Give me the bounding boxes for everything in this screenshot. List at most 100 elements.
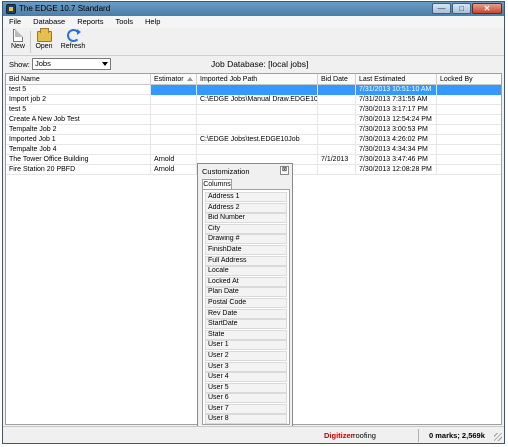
menu-file[interactable]: File — [9, 16, 21, 28]
cell-bid-date — [318, 85, 356, 95]
menu-database[interactable]: Database — [33, 16, 65, 28]
list-item[interactable]: FinishDate — [205, 244, 287, 255]
column-header-bid-name[interactable]: Bid Name — [6, 74, 151, 85]
menu-tools[interactable]: Tools — [115, 16, 133, 28]
list-item[interactable]: User 8 — [205, 414, 287, 425]
list-item[interactable]: Rev Date — [205, 308, 287, 319]
maximize-button[interactable]: □ — [452, 3, 471, 14]
cell-estimator: Arnold — [151, 155, 197, 165]
cell-job-path: C:\EDGE Jobs\test.EDGE10Job — [197, 135, 318, 145]
window-title: The EDGE 10.7 Standard — [19, 4, 111, 13]
sort-ascending-icon — [187, 77, 193, 81]
cell-bid-name: Create A New Job Test — [6, 115, 151, 125]
new-button[interactable]: New — [5, 29, 31, 55]
menu-help[interactable]: Help — [145, 16, 160, 28]
cell-bid-date — [318, 95, 356, 105]
cell-job-path — [197, 145, 318, 155]
cell-locked-by — [437, 165, 501, 175]
table-row[interactable]: test 5 7/30/2013 3:17:17 PM — [6, 105, 501, 115]
cell-locked-by — [437, 125, 501, 135]
profile-status: roofing — [353, 431, 376, 440]
title-bar[interactable]: The EDGE 10.7 Standard — □ ✕ — [3, 2, 504, 16]
column-header-bid-date[interactable]: Bid Date — [318, 74, 356, 85]
list-item[interactable]: User 5 — [205, 382, 287, 393]
minimize-button[interactable]: — — [432, 3, 451, 14]
list-item[interactable]: User 6 — [205, 393, 287, 404]
column-header-estimator[interactable]: Estimator — [151, 74, 197, 85]
table-row[interactable]: Tempalte Job 4 7/30/2013 4:34:34 PM — [6, 145, 501, 155]
table-row[interactable]: Tempalte Job 2 7/30/2013 3:00:53 PM — [6, 125, 501, 135]
cell-locked-by — [437, 85, 501, 95]
app-logo-icon — [6, 4, 16, 14]
list-item[interactable]: Postal Code — [205, 297, 287, 308]
show-label: Show: — [9, 60, 30, 69]
open-folder-icon — [36, 28, 52, 42]
table-row[interactable]: Imported Job 1 C:\EDGE Jobs\test.EDGE10J… — [6, 135, 501, 145]
cell-bid-name: Tempalte Job 2 — [6, 125, 151, 135]
close-icon[interactable]: ⊠ — [280, 166, 289, 175]
menu-reports[interactable]: Reports — [77, 16, 103, 28]
list-item[interactable]: User 4 — [205, 372, 287, 383]
marks-status: 0 marks; 2,569k — [429, 431, 485, 440]
cell-last-estimated: 7/30/2013 3:17:17 PM — [356, 105, 437, 115]
cell-bid-date: 7/1/2013 — [318, 155, 356, 165]
table-row[interactable]: Create A New Job Test 7/30/2013 12:54:24… — [6, 115, 501, 125]
customization-title: Customization — [202, 167, 250, 176]
column-header-imported-job-path[interactable]: Imported Job Path — [197, 74, 318, 85]
cell-job-path — [197, 115, 318, 125]
list-item[interactable]: State — [205, 329, 287, 340]
list-item[interactable]: Plan Date — [205, 287, 287, 298]
list-item[interactable]: User 1 — [205, 340, 287, 351]
cell-job-path — [197, 105, 318, 115]
cell-locked-by — [437, 105, 501, 115]
open-button[interactable]: Open — [31, 28, 57, 55]
cell-bid-name: Fire Station 20 PBFD — [6, 165, 151, 175]
resize-grip-icon[interactable] — [494, 433, 502, 441]
cell-bid-date — [318, 105, 356, 115]
cell-last-estimated: 7/30/2013 12:08:28 PM — [356, 165, 437, 175]
cell-estimator — [151, 105, 197, 115]
column-chooser-list: Address 1 Address 2 Bid Number City Draw… — [202, 189, 290, 425]
list-item[interactable]: User 3 — [205, 361, 287, 372]
column-header-locked-by[interactable]: Locked By — [437, 74, 501, 85]
cell-locked-by — [437, 135, 501, 145]
cell-estimator — [151, 115, 197, 125]
column-header-last-estimated[interactable]: Last Estimated — [356, 74, 437, 85]
cell-last-estimated: 7/30/2013 3:00:53 PM — [356, 125, 437, 135]
cell-job-path — [197, 85, 318, 95]
open-label: Open — [35, 43, 53, 50]
list-item[interactable]: Full Address — [205, 255, 287, 266]
filter-bar: Show: Jobs Job Database: [local jobs] — [3, 56, 504, 72]
cell-bid-date — [318, 125, 356, 135]
cell-estimator — [151, 145, 197, 155]
cell-locked-by — [437, 95, 501, 105]
menu-bar: File Database Reports Tools Help — [3, 16, 504, 28]
cell-estimator — [151, 95, 197, 105]
cell-bid-name: Import job 2 — [6, 95, 151, 105]
show-dropdown[interactable]: Jobs — [32, 58, 111, 70]
refresh-button[interactable]: Refresh — [58, 29, 88, 55]
table-row[interactable]: test 5 7/31/2013 10:51:10 AM — [6, 85, 501, 95]
show-dropdown-value: Jobs — [35, 59, 51, 68]
list-item[interactable]: Drawing # — [205, 234, 287, 245]
list-item[interactable]: StartDate — [205, 319, 287, 330]
list-item[interactable]: Bid Number — [205, 213, 287, 224]
list-item[interactable]: Address 1 — [205, 192, 287, 202]
list-item[interactable]: City — [205, 223, 287, 234]
cell-last-estimated: 7/30/2013 3:47:46 PM — [356, 155, 437, 165]
close-button[interactable]: ✕ — [472, 3, 502, 14]
cell-locked-by — [437, 155, 501, 165]
column-header-estimator-label: Estimator — [154, 76, 184, 83]
cell-job-path — [197, 125, 318, 135]
list-item[interactable]: Address 2 — [205, 202, 287, 213]
list-item[interactable]: User 2 — [205, 350, 287, 361]
cell-bid-date — [318, 145, 356, 155]
cell-last-estimated: 7/30/2013 4:26:02 PM — [356, 135, 437, 145]
cell-last-estimated: 7/31/2013 7:31:55 AM — [356, 95, 437, 105]
list-item[interactable]: User 7 — [205, 403, 287, 414]
cell-bid-name: test 5 — [6, 85, 151, 95]
list-item[interactable]: Locked At — [205, 276, 287, 287]
cell-estimator — [151, 125, 197, 135]
list-item[interactable]: Locale — [205, 266, 287, 277]
table-row[interactable]: Import job 2 C:\EDGE Jobs\Manual Draw.ED… — [6, 95, 501, 105]
